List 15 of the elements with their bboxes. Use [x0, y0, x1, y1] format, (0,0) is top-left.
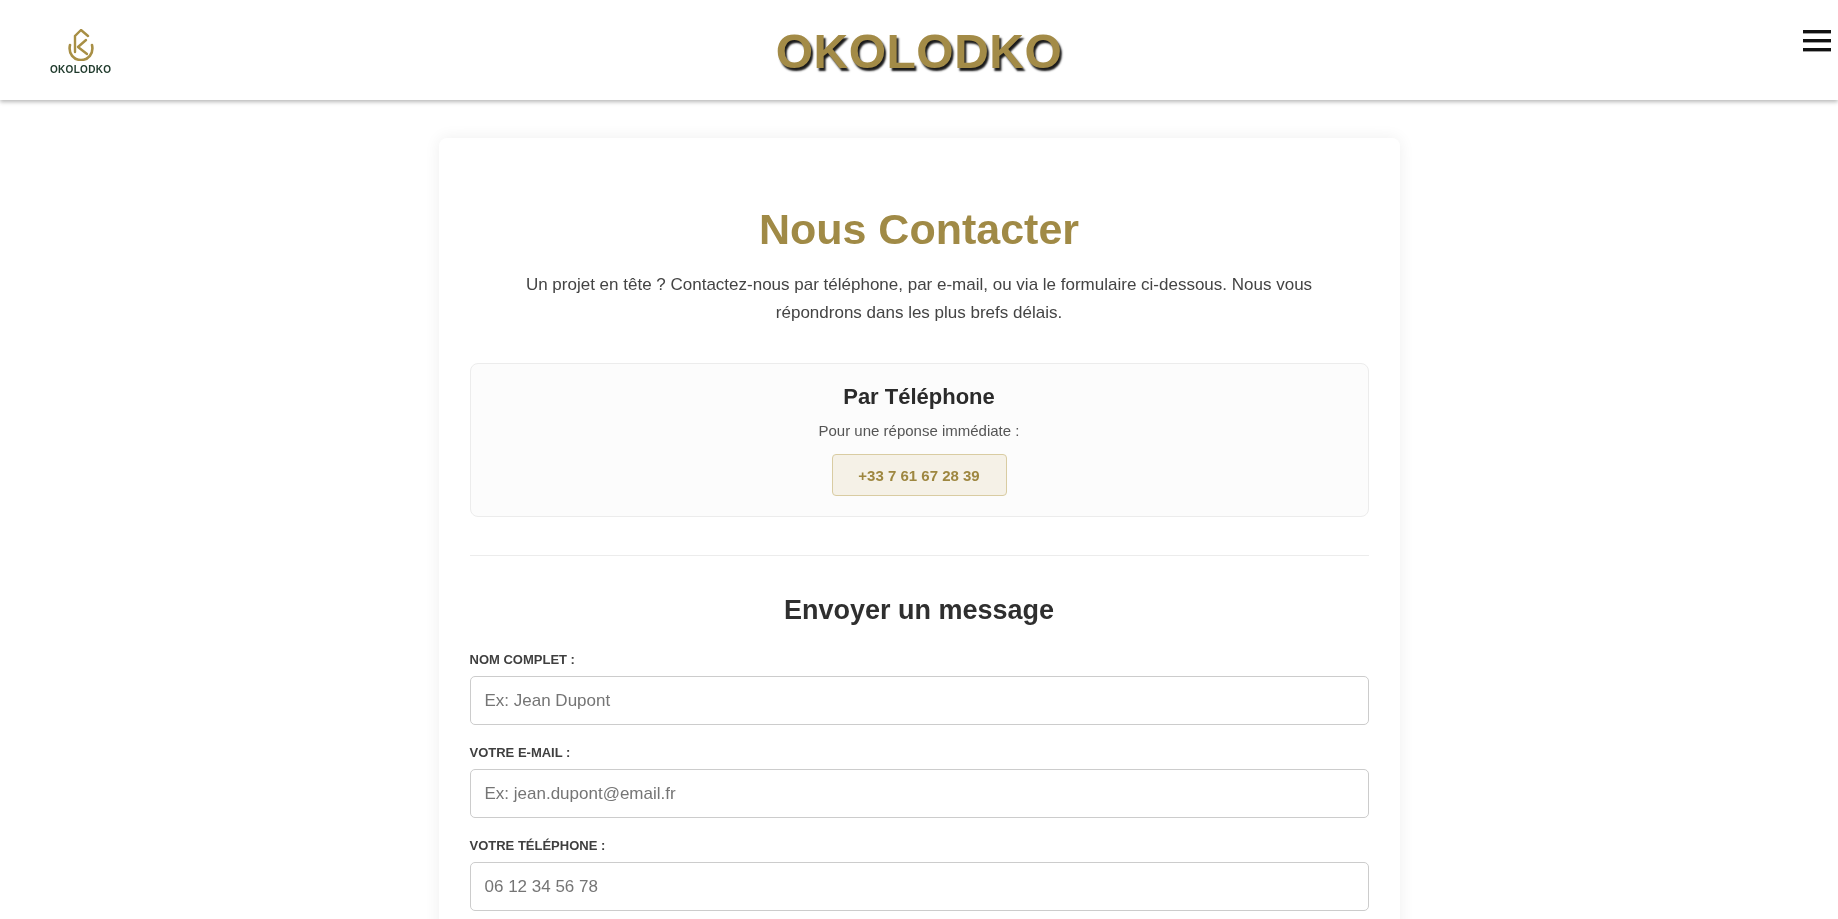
input-field[interactable]: Ex: jean.dupont@email.fr	[469, 769, 1369, 818]
input-field[interactable]: Ex: Jean Dupont	[469, 676, 1369, 725]
site-title: OKOLODKO	[775, 23, 1063, 79]
form-heading: Envoyer un message	[783, 594, 1055, 626]
field-label: VOTRE TÉLÉPHONE :	[469, 838, 606, 854]
logo-link[interactable]: OKOLODKO	[50, 29, 112, 75]
page-title: Nous Contacter	[758, 204, 1080, 254]
phone-heading: Par Téléphone	[843, 383, 995, 411]
field-label: VOTRE E-MAIL :	[469, 745, 571, 761]
logo-icon	[66, 29, 95, 61]
field-label: NOM COMPLET :	[469, 652, 575, 668]
menu-icon[interactable]	[1803, 30, 1831, 52]
input-field[interactable]: 06 12 34 56 78	[469, 862, 1369, 911]
phone-subtitle: Pour une réponse immédiate :	[818, 421, 1020, 441]
intro-text: Un projet en tête ? Contactez-nous par téléphone, par e-mail, ou via le formulaire ci-dessous. Nous vous répondrons dans les plus brefs délais.	[524, 274, 1314, 324]
